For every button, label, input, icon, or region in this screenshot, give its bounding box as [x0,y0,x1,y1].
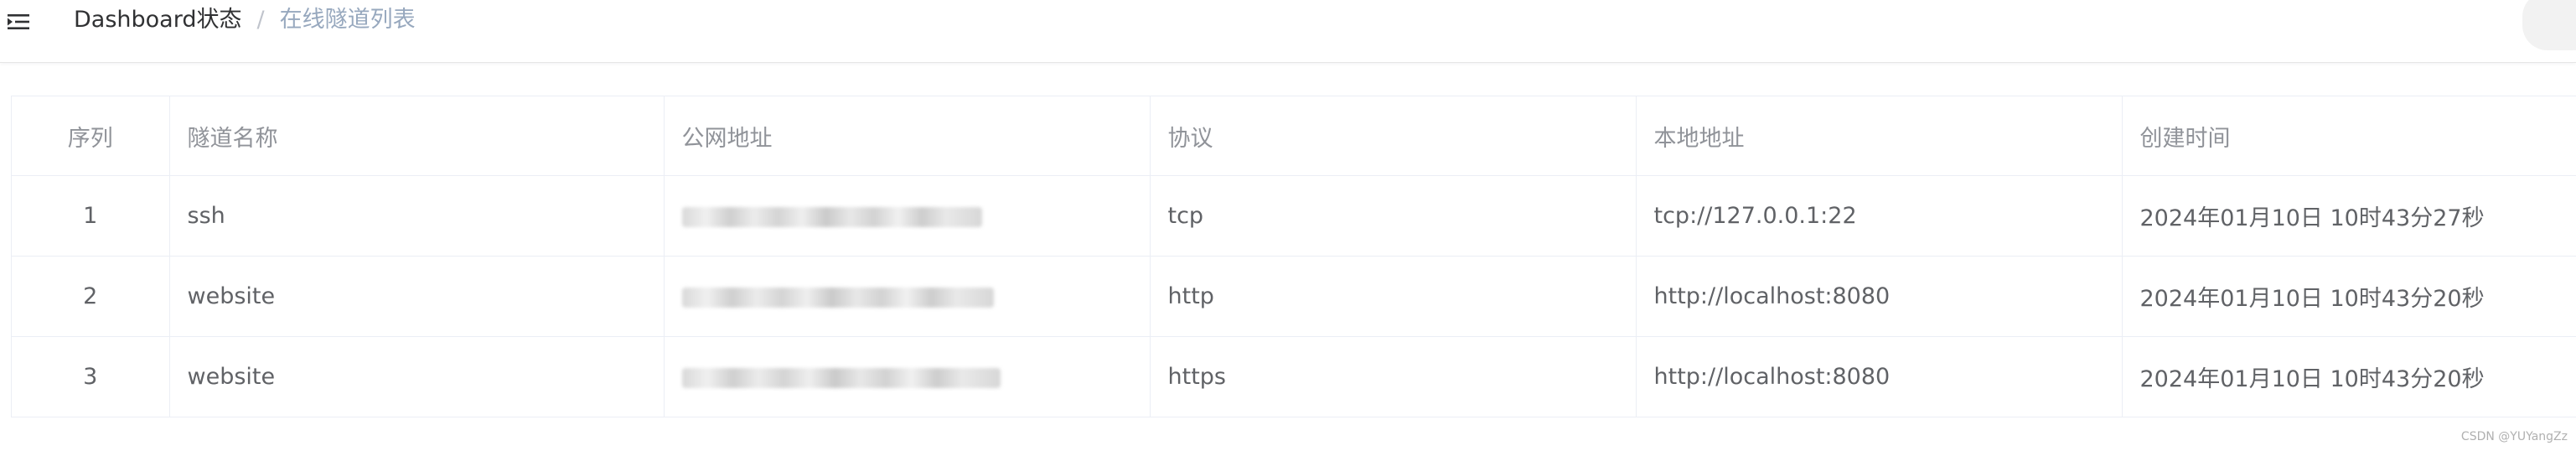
avatar[interactable] [2522,0,2576,50]
cell-created: 2024年01月10日 10时43分27秒 [2122,175,2576,257]
column-header-index: 序列 [12,96,170,176]
cell-public-address [664,175,1151,257]
column-header-public-address: 公网地址 [664,96,1151,176]
cell-index: 1 [12,175,170,257]
breadcrumb-item-dashboard[interactable]: Dashboard状态 [74,7,241,33]
cell-created: 2024年01月10日 10时43分20秒 [2122,256,2576,337]
cell-local-address: http://localhost:8080 [1636,336,2123,417]
column-header-name: 隧道名称 [169,96,665,176]
redacted-address [681,287,994,308]
cell-protocol: tcp [1150,175,1637,257]
navbar: Dashboard状态 / 在线隧道列表 [0,0,2576,63]
menu-fold-icon[interactable] [5,8,32,35]
cell-protocol: https [1150,336,1637,417]
redacted-address [681,367,1001,388]
table-row: 1 ssh tcp tcp://127.0.0.1:22 2024年01月10日… [12,175,2576,257]
cell-index: 2 [12,256,170,337]
redacted-address [681,206,982,227]
cell-public-address [664,336,1151,417]
table-row: 3 website https http://localhost:8080 20… [12,336,2576,417]
breadcrumb-separator: / [256,7,265,33]
cell-name: website [169,256,665,337]
cell-name: website [169,336,665,417]
cell-index: 3 [12,336,170,417]
tunnel-table: 序列 隧道名称 公网地址 协议 本地地址 创建时间 1 ssh tcp tcp:… [11,96,2576,417]
breadcrumb-item-current: 在线隧道列表 [279,7,416,33]
column-header-protocol: 协议 [1150,96,1637,176]
column-header-created: 创建时间 [2122,96,2576,176]
cell-local-address: http://localhost:8080 [1636,256,2123,337]
cell-local-address: tcp://127.0.0.1:22 [1636,175,2123,257]
breadcrumb: Dashboard状态 / 在线隧道列表 [74,5,416,35]
cell-name: ssh [169,175,665,257]
cell-created: 2024年01月10日 10时43分20秒 [2122,336,2576,417]
table-header-row: 序列 隧道名称 公网地址 协议 本地地址 创建时间 [12,96,2576,176]
column-header-local-address: 本地地址 [1636,96,2123,176]
table-row: 2 website http http://localhost:8080 202… [12,256,2576,337]
cell-public-address [664,256,1151,337]
watermark: CSDN @YUYangZz [2460,430,2568,443]
cell-protocol: http [1150,256,1637,337]
